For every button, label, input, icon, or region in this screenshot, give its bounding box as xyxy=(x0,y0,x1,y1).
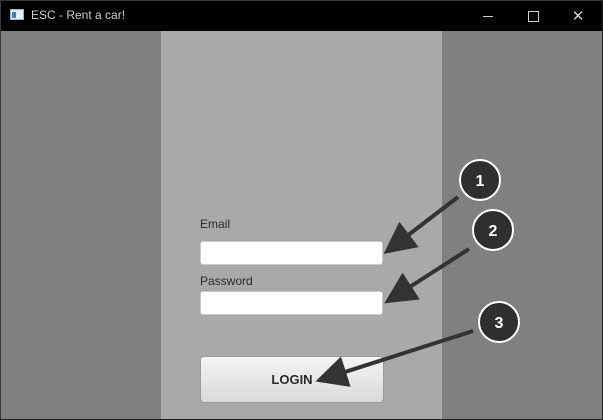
annotation-badge-3: 3 xyxy=(478,301,520,343)
minimize-icon xyxy=(483,15,493,17)
badge-number-1: 1 xyxy=(476,173,485,190)
app-window-icon xyxy=(10,9,24,20)
close-button[interactable]: ✕ xyxy=(555,1,601,31)
annotation-overlay: 1 2 3 xyxy=(315,159,520,387)
maximize-icon xyxy=(527,10,539,22)
annotation-arrow-1 xyxy=(383,195,460,254)
annotation-arrow-3 xyxy=(315,329,474,387)
badge-number-2: 2 xyxy=(489,223,498,240)
maximize-button[interactable] xyxy=(510,1,556,31)
main-content: Email Password LOGIN 1 2 3 xyxy=(1,31,602,419)
annotation-badge-1: 1 xyxy=(459,159,501,201)
window-title: ESC - Rent a car! xyxy=(31,8,126,22)
title-bar[interactable]: ESC - Rent a car! ✕ xyxy=(1,1,602,31)
minimize-button[interactable] xyxy=(465,1,511,31)
annotation-badge-2: 2 xyxy=(472,209,514,251)
badge-number-3: 3 xyxy=(495,315,504,332)
close-icon: ✕ xyxy=(571,7,585,25)
app-window: ESC - Rent a car! ✕ Email Password LOGIN xyxy=(0,0,602,419)
annotation-arrow-2 xyxy=(384,247,471,304)
